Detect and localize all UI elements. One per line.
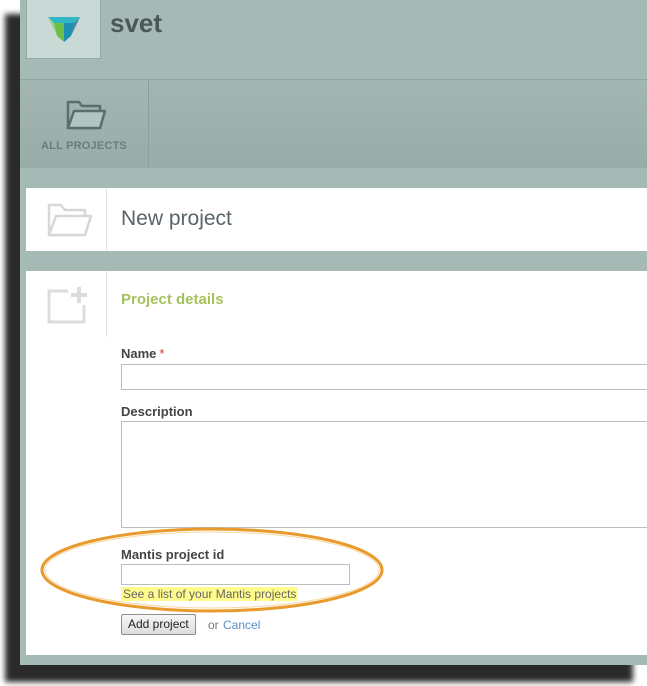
folder-icon [66,100,106,130]
name-label-text: Name [121,346,157,361]
app-name: svet [110,8,163,38]
mantis-id-field[interactable] [121,564,350,585]
name-field[interactable] [121,364,647,390]
description-label: Description [121,404,193,419]
title-panel: New project [26,188,647,251]
app-window: svet ALL PROJECTS New project Project de… [20,0,647,665]
panel-divider [106,188,107,251]
panel-divider [106,271,107,337]
add-project-button[interactable]: Add project [121,614,196,635]
app-logo[interactable] [26,0,101,59]
required-marker: * [159,346,165,361]
name-label: Name * [121,346,164,361]
nav-item-all-projects[interactable]: ALL PROJECTS [20,80,149,168]
add-document-icon [47,287,87,324]
folder-outline-icon [47,203,93,237]
description-field[interactable] [121,421,647,528]
page-title: New project [121,207,232,230]
mantis-projects-hint[interactable]: See a list of your Mantis projects [121,587,299,601]
nav-item-label: ALL PROJECTS [41,140,127,152]
or-text: or [208,618,219,632]
nav-bar: ALL PROJECTS [20,80,647,168]
section-title: Project details [121,291,224,308]
mantis-id-label: Mantis project id [121,547,225,562]
project-form: Project details Name * Description Mantis… [26,271,647,655]
cancel-link[interactable]: Cancel [223,618,260,632]
app-logo-icon [47,17,80,42]
